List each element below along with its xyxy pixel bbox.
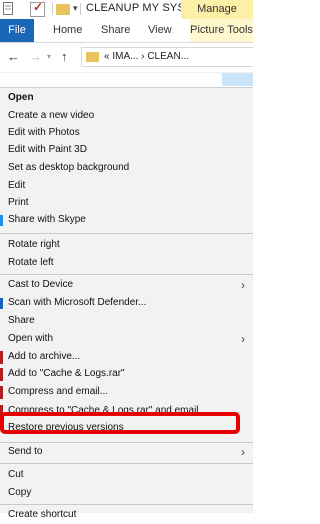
menu-item-label: Share with Skype bbox=[8, 214, 86, 225]
menu-item-label: Edit bbox=[8, 180, 26, 191]
address-bar[interactable]: « IMA... › CLEAN... bbox=[81, 47, 253, 67]
menu-separator bbox=[0, 274, 253, 275]
menu-item-edit-with-photos[interactable]: Edit with Photos bbox=[0, 124, 253, 142]
title-bar: ✓ ▾ CLEANUP MY SYSTEM Manage bbox=[0, 0, 253, 19]
menu-item-scan-with-defender[interactable]: Scan with Microsoft Defender... bbox=[0, 294, 253, 312]
new-folder-icon[interactable] bbox=[56, 4, 70, 15]
menu-separator bbox=[0, 233, 253, 234]
menu-item-label: Create shortcut bbox=[8, 509, 77, 520]
menu-item-send-to[interactable]: Send to › bbox=[0, 443, 253, 461]
winrar-icon bbox=[0, 386, 3, 399]
skype-icon bbox=[0, 215, 3, 226]
menu-separator bbox=[0, 463, 253, 464]
menu-item-label: Compress and email... bbox=[8, 386, 109, 397]
menu-item-set-desktop-background[interactable]: Set as desktop background bbox=[0, 159, 253, 177]
properties-checkmark-icon[interactable]: ✓ bbox=[30, 0, 45, 17]
menu-item-label: Open with bbox=[8, 333, 54, 344]
navigation-bar: ← → ▾ ↑ « IMA... › CLEAN... bbox=[0, 43, 253, 71]
menu-item-cut[interactable]: Cut bbox=[0, 466, 253, 484]
menu-item-label: Add to archive... bbox=[8, 351, 81, 362]
selected-file-highlight[interactable] bbox=[222, 73, 253, 86]
address-path: « IMA... › CLEAN... bbox=[104, 51, 190, 62]
back-arrow-icon[interactable]: ← bbox=[7, 49, 20, 64]
window-icon[interactable] bbox=[3, 2, 13, 15]
context-menu: Open Create a new video Edit with Photos… bbox=[0, 87, 253, 520]
tab-home[interactable]: Home bbox=[53, 19, 82, 42]
submenu-chevron-right-icon: › bbox=[241, 278, 245, 292]
menu-item-open-with[interactable]: Open with › bbox=[0, 330, 253, 348]
submenu-chevron-right-icon: › bbox=[241, 445, 245, 459]
menu-item-edit[interactable]: Edit bbox=[0, 177, 253, 195]
menu-item-label: Scan with Microsoft Defender... bbox=[8, 297, 147, 308]
menu-item-add-to-archive[interactable]: Add to archive... bbox=[0, 348, 253, 366]
menu-item-label: Send to bbox=[8, 446, 43, 457]
customize-qat-chevron-down-icon[interactable]: ▾ bbox=[73, 3, 78, 14]
menu-item-label: Open bbox=[8, 92, 34, 103]
winrar-icon bbox=[0, 351, 3, 364]
menu-item-label: Edit with Photos bbox=[8, 127, 80, 138]
menu-item-label: Copy bbox=[8, 487, 32, 498]
menu-item-label: Edit with Paint 3D bbox=[8, 144, 87, 155]
defender-shield-icon bbox=[0, 298, 3, 309]
divider bbox=[0, 72, 253, 73]
menu-item-label: Share bbox=[8, 315, 35, 326]
menu-item-copy[interactable]: Copy bbox=[0, 484, 253, 502]
menu-item-print[interactable]: Print bbox=[0, 194, 253, 212]
tab-file[interactable]: File bbox=[0, 19, 34, 42]
menu-item-edit-with-paint-3d[interactable]: Edit with Paint 3D bbox=[0, 141, 253, 159]
menu-item-compress-and-email[interactable]: Compress and email... bbox=[0, 383, 253, 401]
menu-item-label: Rotate left bbox=[8, 257, 54, 268]
menu-item-create-new-video[interactable]: Create a new video bbox=[0, 107, 253, 125]
winrar-icon bbox=[0, 368, 3, 381]
menu-item-rotate-left[interactable]: Rotate left bbox=[0, 254, 253, 272]
menu-item-share[interactable]: Share bbox=[0, 312, 253, 330]
menu-item-open[interactable]: Open bbox=[0, 89, 253, 107]
submenu-chevron-right-icon: › bbox=[241, 332, 245, 346]
tab-manage[interactable]: Manage bbox=[181, 0, 253, 19]
recent-locations-chevron-down-icon[interactable]: ▾ bbox=[47, 52, 51, 61]
ribbon-tabs: File Home Share View Picture Tools bbox=[0, 19, 253, 43]
menu-item-label: Set as desktop background bbox=[8, 162, 130, 173]
folder-icon bbox=[86, 52, 99, 62]
menu-item-label: Add to "Cache & Logs.rar" bbox=[8, 368, 125, 379]
tab-share[interactable]: Share bbox=[101, 19, 130, 42]
tab-picture-tools[interactable]: Picture Tools bbox=[190, 19, 253, 42]
menu-item-label: Cast to Device bbox=[8, 279, 74, 290]
restore-previous-versions-highlight-box bbox=[0, 412, 240, 434]
up-arrow-icon[interactable]: ↑ bbox=[61, 49, 68, 64]
menu-item-label: Create a new video bbox=[8, 110, 95, 121]
menu-separator bbox=[0, 504, 253, 505]
menu-item-rotate-right[interactable]: Rotate right bbox=[0, 236, 253, 254]
forward-arrow-icon[interactable]: → bbox=[29, 49, 42, 64]
menu-item-label: Rotate right bbox=[8, 239, 60, 250]
menu-item-create-shortcut[interactable]: Create shortcut bbox=[0, 506, 253, 524]
menu-item-cast-to-device[interactable]: Cast to Device › bbox=[0, 276, 253, 294]
menu-item-label: Cut bbox=[8, 469, 24, 480]
qat-divider bbox=[52, 3, 53, 15]
menu-item-label: Print bbox=[8, 197, 29, 208]
menu-item-share-with-skype[interactable]: Share with Skype bbox=[0, 211, 253, 229]
tab-view[interactable]: View bbox=[148, 19, 172, 42]
qat-divider bbox=[80, 3, 81, 15]
menu-item-add-to-rar[interactable]: Add to "Cache & Logs.rar" bbox=[0, 365, 253, 383]
